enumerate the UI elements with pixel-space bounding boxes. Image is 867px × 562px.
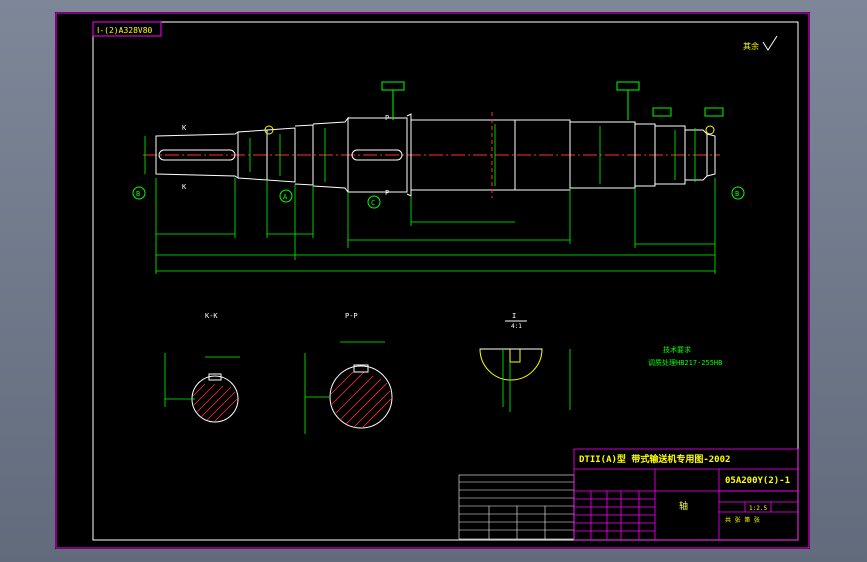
section-mark-k-bottom: K [182, 183, 187, 191]
part-name: 轴 [679, 500, 688, 512]
outer-frame [55, 12, 810, 549]
corner-code: Ⅰ-(2)A328V80 [97, 26, 153, 35]
detail-title: I [512, 312, 516, 320]
section-pp: P-P [304, 312, 393, 434]
section-kk: K-K [164, 312, 240, 423]
title-block-title: DTII(A)型 带式输送机专用图-2002 [579, 453, 730, 465]
datum-b-right: B [735, 190, 739, 198]
tolerance-frames [381, 81, 724, 120]
tech-req-title: 技术要求 [663, 345, 691, 354]
detail-scale: 4:1 [511, 323, 522, 330]
detail-i: I 4:1 [479, 312, 571, 412]
parameter-table [458, 474, 575, 540]
section-mark-k-top: K [182, 124, 187, 132]
tech-req-line: 调质处理HB217-255HB [648, 358, 722, 367]
cad-viewport: Ⅰ-(2)A328V80 其余 K K P P B A C B K-K P-P … [0, 0, 867, 562]
drawing-sheet[interactable]: Ⅰ-(2)A328V80 其余 K K P P B A C B K-K P-P … [55, 12, 810, 549]
title-block: DTII(A)型 带式输送机专用图-2002 05A200Y(2)-1 轴 1:… [458, 448, 799, 541]
title-block-code: 05A200Y(2)-1 [725, 476, 790, 486]
scale-value: 1:2.5 [749, 505, 767, 512]
section-kk-circle [191, 375, 239, 423]
detail-marker-right [705, 125, 715, 135]
datum-c: C [371, 199, 375, 207]
drawing-canvas: Ⅰ-(2)A328V80 其余 K K P P B A C B K-K P-P … [55, 12, 810, 549]
roughness-note: 其余 [743, 41, 759, 51]
shaft-main-view: K K P P B A C B [132, 81, 745, 274]
section-kk-keyway [208, 373, 222, 381]
roughness-symbol [762, 35, 778, 51]
datum-a: A [283, 193, 288, 201]
detail-i-profile [479, 348, 543, 381]
sheet-count: 共 张 第 张 [725, 516, 760, 524]
section-pp-title: P-P [345, 312, 358, 320]
section-mark-p-bottom: P [385, 189, 389, 197]
section-kk-title: K-K [205, 312, 218, 320]
section-mark-p-top: P [385, 114, 389, 122]
datum-b-left: B [136, 190, 140, 198]
